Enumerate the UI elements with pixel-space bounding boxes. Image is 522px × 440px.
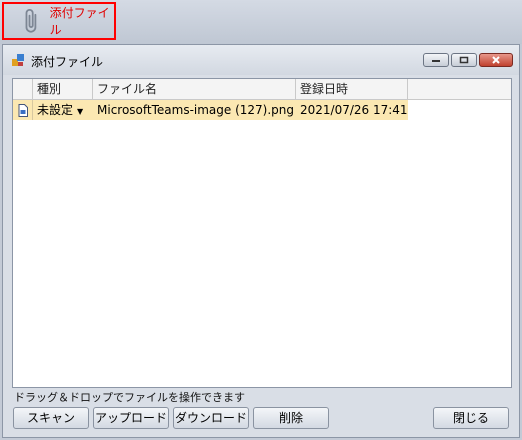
attachments-dialog: 添付ファイル 種別 ファイル名 登録日時 未設定 ▼ MicrosoftTeam… <box>2 44 520 438</box>
column-header-type[interactable]: 種別 <box>33 79 93 99</box>
download-button[interactable]: ダウンロード <box>173 407 249 429</box>
registered-date-cell: 2021/07/26 17:41 <box>296 100 408 120</box>
paperclip-icon <box>25 9 37 33</box>
maximize-button[interactable] <box>451 53 477 67</box>
attachments-grid[interactable]: 種別 ファイル名 登録日時 未設定 ▼ MicrosoftTeams-image … <box>12 78 512 388</box>
table-row[interactable]: 未設定 ▼ MicrosoftTeams-image (127).png 2021… <box>13 100 511 120</box>
minimize-button[interactable] <box>423 53 449 67</box>
attachment-button[interactable]: 添付ファイル <box>2 2 116 40</box>
close-icon <box>492 56 500 64</box>
scan-button[interactable]: スキャン <box>13 407 89 429</box>
filename-cell: MicrosoftTeams-image (127).png <box>93 100 296 120</box>
app-icon <box>12 54 24 66</box>
dialog-titlebar: 添付ファイル <box>3 45 519 75</box>
close-button[interactable]: 閉じる <box>433 407 509 429</box>
attachment-button-label: 添付ファイル <box>49 6 110 37</box>
ribbon-toolbar: 添付ファイル <box>0 0 522 44</box>
dialog-title: 添付ファイル <box>31 55 104 69</box>
close-window-button[interactable] <box>479 53 513 67</box>
upload-button[interactable]: アップロード <box>93 407 169 429</box>
grid-header: 種別 ファイル名 登録日時 <box>13 79 511 100</box>
column-header-registered[interactable]: 登録日時 <box>296 79 408 99</box>
drag-drop-hint: ドラッグ＆ドロップでファイルを操作できます <box>14 391 245 404</box>
row-header-corner <box>13 79 33 99</box>
minimize-icon <box>432 60 440 62</box>
column-header-filename[interactable]: ファイル名 <box>93 79 296 99</box>
restore-icon <box>459 56 469 64</box>
type-dropdown[interactable]: 未設定 ▼ <box>33 100 93 120</box>
type-dropdown-value: 未設定 <box>37 103 74 117</box>
row-file-indicator <box>13 100 33 120</box>
chevron-down-icon: ▼ <box>77 107 84 116</box>
delete-button[interactable]: 削除 <box>253 407 329 429</box>
file-icon <box>18 103 28 117</box>
